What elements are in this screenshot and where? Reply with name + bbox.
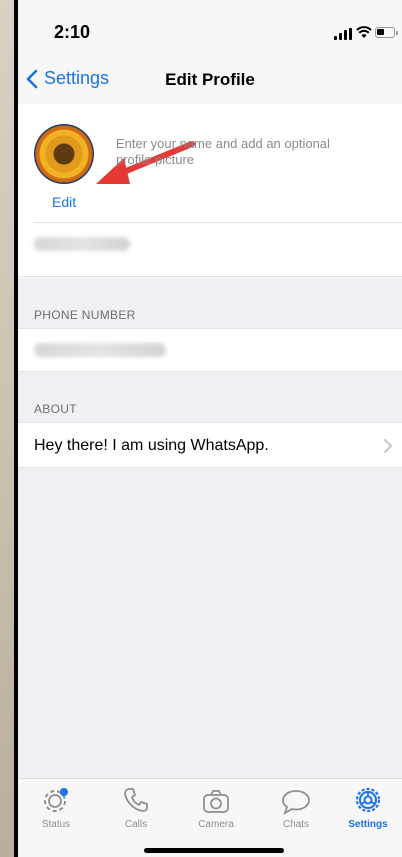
- settings-gear-icon: [355, 787, 381, 813]
- tab-bar: Status Calls Camera Chats Settings: [18, 778, 402, 857]
- about-row[interactable]: Hey there! I am using WhatsApp.: [18, 422, 402, 468]
- tab-settings[interactable]: Settings: [336, 783, 400, 830]
- tab-calls[interactable]: Calls: [104, 783, 168, 830]
- tab-label: Calls: [124, 819, 148, 830]
- profile-avatar[interactable]: [34, 124, 94, 184]
- nav-bar: Settings Edit Profile: [18, 60, 402, 104]
- battery-icon: [375, 27, 398, 38]
- section-gap: ABOUT: [18, 372, 402, 422]
- name-field[interactable]: [34, 237, 130, 251]
- profile-section: Enter your name and add an optional prof…: [18, 104, 402, 278]
- tab-label: Chats: [282, 819, 310, 830]
- home-indicator: [144, 848, 284, 853]
- status-icon: [44, 788, 68, 812]
- screen: 2:10 Settings Edit Profile Enter your na…: [18, 0, 402, 857]
- edit-photo-button[interactable]: Edit: [52, 194, 76, 210]
- chat-icon: [282, 790, 310, 815]
- phone-number-row: [18, 328, 402, 372]
- tab-status[interactable]: Status: [24, 783, 88, 830]
- divider: [34, 222, 402, 223]
- status-bar: 2:10: [18, 0, 402, 60]
- profile-hint: Enter your name and add an optional prof…: [116, 136, 330, 167]
- tab-camera[interactable]: Camera: [184, 783, 248, 830]
- chevron-right-icon: [384, 439, 392, 453]
- tab-label: Settings: [348, 819, 388, 830]
- tab-label: Status: [41, 819, 71, 830]
- camera-icon: [203, 790, 229, 813]
- phone-section-label: PHONE NUMBER: [34, 308, 136, 322]
- signal-icon: [334, 28, 352, 40]
- page-title: Edit Profile: [165, 70, 255, 89]
- phone-number-value: [34, 343, 166, 357]
- tab-chats[interactable]: Chats: [264, 783, 328, 830]
- content-background: [18, 468, 402, 778]
- section-gap: PHONE NUMBER: [18, 278, 402, 328]
- divider: [18, 276, 402, 277]
- status-time: 2:10: [54, 22, 91, 42]
- tab-label: Camera: [198, 819, 234, 830]
- about-text: Hey there! I am using WhatsApp.: [34, 437, 269, 454]
- about-section-label: ABOUT: [34, 402, 77, 416]
- phone-icon: [124, 788, 148, 812]
- wifi-icon: [356, 26, 372, 38]
